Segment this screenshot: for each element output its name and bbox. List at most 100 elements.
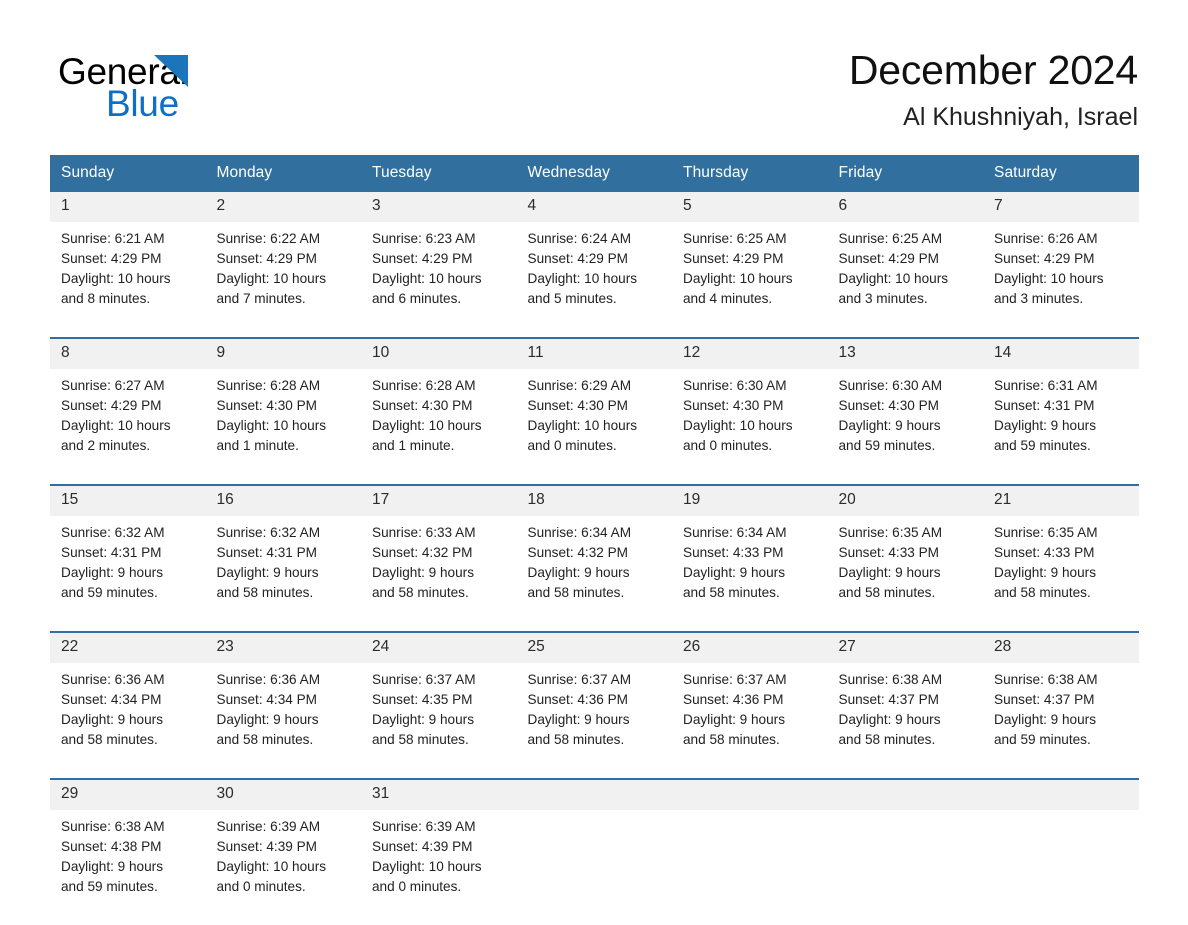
day-number-cell[interactable]: 16 xyxy=(205,484,361,516)
day-info-cell[interactable]: Sunrise: 6:32 AM Sunset: 4:31 PM Daylight:… xyxy=(205,516,361,632)
day-info-cell[interactable]: Sunrise: 6:31 AM Sunset: 4:31 PM Daylight:… xyxy=(983,369,1139,485)
day-daylight-line2-text: and 0 minutes. xyxy=(372,879,462,894)
day-number-cell[interactable]: 10 xyxy=(361,337,517,369)
day-info-cell[interactable]: Sunrise: 6:38 AM Sunset: 4:37 PM Daylight:… xyxy=(983,663,1139,779)
day-info-cell[interactable]: Sunrise: 6:30 AM Sunset: 4:30 PM Daylight:… xyxy=(672,369,828,485)
week-date-row: 15 16 17 18 19 20 21 xyxy=(50,484,1139,516)
day-number-cell[interactable]: 25 xyxy=(516,631,672,663)
day-daylight-line1-text: Daylight: 10 hours xyxy=(372,271,482,286)
day-number-cell[interactable]: 20 xyxy=(827,484,983,516)
page-header: General Blue December 2024 Al Khushniyah… xyxy=(0,0,1188,133)
day-number-cell[interactable]: 27 xyxy=(827,631,983,663)
day-info-cell[interactable]: Sunrise: 6:38 AM Sunset: 4:37 PM Daylight:… xyxy=(827,663,983,779)
day-number-cell[interactable]: 1 xyxy=(50,192,206,222)
day-sunrise-text: Sunrise: 6:26 AM xyxy=(994,231,1098,246)
location-subtitle: Al Khushniyah, Israel xyxy=(903,103,1138,131)
day-sunset-text: Sunset: 4:31 PM xyxy=(994,398,1095,413)
day-number-cell[interactable]: 13 xyxy=(827,337,983,369)
day-number-cell[interactable]: 23 xyxy=(205,631,361,663)
day-sunset-text: Sunset: 4:29 PM xyxy=(527,251,629,266)
day-info-cell[interactable]: Sunrise: 6:36 AM Sunset: 4:34 PM Daylight:… xyxy=(50,663,206,779)
week-date-row: 22 23 24 25 26 27 28 xyxy=(50,631,1139,663)
day-number-cell[interactable]: 4 xyxy=(516,192,672,222)
day-number-cell[interactable]: 22 xyxy=(50,631,206,663)
day-info-cell[interactable]: Sunrise: 6:22 AM Sunset: 4:29 PM Daylight:… xyxy=(205,222,361,338)
day-info-cell[interactable]: Sunrise: 6:26 AM Sunset: 4:29 PM Daylight:… xyxy=(983,222,1139,338)
day-number-cell[interactable]: 14 xyxy=(983,337,1139,369)
day-number-cell[interactable]: 17 xyxy=(361,484,517,516)
day-number-cell[interactable]: 6 xyxy=(827,192,983,222)
day-sunset-text: Sunset: 4:33 PM xyxy=(683,545,784,560)
day-daylight-line2-text: and 58 minutes. xyxy=(216,732,314,747)
day-number-cell[interactable]: 30 xyxy=(205,778,361,810)
day-info-cell[interactable]: Sunrise: 6:34 AM Sunset: 4:32 PM Daylight:… xyxy=(516,516,672,632)
day-number-cell[interactable]: 31 xyxy=(361,778,517,810)
day-daylight-line1-text: Daylight: 9 hours xyxy=(838,712,941,727)
day-number-cell[interactable]: 12 xyxy=(672,337,828,369)
day-daylight-line1-text: Daylight: 10 hours xyxy=(61,418,171,433)
day-info-cell[interactable]: Sunrise: 6:29 AM Sunset: 4:30 PM Daylight:… xyxy=(516,369,672,485)
day-info-cell[interactable]: Sunrise: 6:25 AM Sunset: 4:29 PM Daylight:… xyxy=(827,222,983,338)
day-sunset-text: Sunset: 4:30 PM xyxy=(527,398,629,413)
day-daylight-line1-text: Daylight: 10 hours xyxy=(527,271,638,286)
day-number-cell[interactable]: 7 xyxy=(983,192,1139,222)
day-number-cell[interactable]: 24 xyxy=(361,631,517,663)
day-info-cell[interactable]: Sunrise: 6:37 AM Sunset: 4:35 PM Daylight:… xyxy=(361,663,517,779)
day-sunrise-text: Sunrise: 6:37 AM xyxy=(683,672,787,687)
day-number-cell[interactable]: 28 xyxy=(983,631,1139,663)
day-daylight-line2-text: and 59 minutes. xyxy=(994,438,1091,453)
day-sunrise-text: Sunrise: 6:28 AM xyxy=(216,378,321,393)
day-info-cell[interactable]: Sunrise: 6:37 AM Sunset: 4:36 PM Daylight:… xyxy=(516,663,672,779)
day-number-cell[interactable]: 19 xyxy=(672,484,828,516)
day-info-cell[interactable]: Sunrise: 6:32 AM Sunset: 4:31 PM Daylight:… xyxy=(50,516,206,632)
day-sunset-text: Sunset: 4:33 PM xyxy=(838,545,940,560)
day-info-cell[interactable]: Sunrise: 6:37 AM Sunset: 4:36 PM Daylight:… xyxy=(672,663,828,779)
day-number-cell[interactable]: 18 xyxy=(516,484,672,516)
day-info-cell[interactable]: Sunrise: 6:24 AM Sunset: 4:29 PM Daylight:… xyxy=(516,222,672,338)
day-sunset-text: Sunset: 4:30 PM xyxy=(838,398,940,413)
day-info-cell[interactable]: Sunrise: 6:34 AM Sunset: 4:33 PM Daylight:… xyxy=(672,516,828,632)
day-daylight-line2-text: and 58 minutes. xyxy=(838,732,936,747)
day-info-cell[interactable]: Sunrise: 6:39 AM Sunset: 4:39 PM Daylight:… xyxy=(205,810,361,925)
day-sunset-text: Sunset: 4:29 PM xyxy=(994,251,1095,266)
week-info-row: Sunrise: 6:21 AM Sunset: 4:29 PM Daylight:… xyxy=(50,222,1139,338)
weekday-header-row: Sunday Monday Tuesday Wednesday Thursday… xyxy=(50,155,1139,192)
day-info-cell[interactable]: Sunrise: 6:30 AM Sunset: 4:30 PM Daylight:… xyxy=(827,369,983,485)
day-number-cell[interactable]: 9 xyxy=(205,337,361,369)
day-number-cell[interactable]: 21 xyxy=(983,484,1139,516)
day-sunset-text: Sunset: 4:29 PM xyxy=(838,251,940,266)
day-info-cell[interactable]: Sunrise: 6:27 AM Sunset: 4:29 PM Daylight:… xyxy=(50,369,206,485)
day-daylight-line1-text: Daylight: 10 hours xyxy=(61,271,171,286)
day-number-cell[interactable]: 5 xyxy=(672,192,828,222)
day-sunset-text: Sunset: 4:30 PM xyxy=(683,398,784,413)
day-daylight-line2-text: and 58 minutes. xyxy=(61,732,158,747)
day-info-cell[interactable]: Sunrise: 6:25 AM Sunset: 4:29 PM Daylight:… xyxy=(672,222,828,338)
day-number-cell[interactable]: 11 xyxy=(516,337,672,369)
day-daylight-line1-text: Daylight: 10 hours xyxy=(372,418,482,433)
day-number-cell[interactable]: 26 xyxy=(672,631,828,663)
day-sunrise-text: Sunrise: 6:37 AM xyxy=(372,672,476,687)
day-info-cell[interactable]: Sunrise: 6:21 AM Sunset: 4:29 PM Daylight:… xyxy=(50,222,206,338)
day-info-cell[interactable]: Sunrise: 6:39 AM Sunset: 4:39 PM Daylight:… xyxy=(361,810,517,925)
day-info-cell[interactable]: Sunrise: 6:35 AM Sunset: 4:33 PM Daylight:… xyxy=(983,516,1139,632)
day-info-cell[interactable]: Sunrise: 6:33 AM Sunset: 4:32 PM Daylight:… xyxy=(361,516,517,632)
day-daylight-line1-text: Daylight: 10 hours xyxy=(527,418,638,433)
day-info-cell[interactable]: Sunrise: 6:23 AM Sunset: 4:29 PM Daylight:… xyxy=(361,222,517,338)
day-info-cell[interactable]: Sunrise: 6:36 AM Sunset: 4:34 PM Daylight:… xyxy=(205,663,361,779)
day-info-cell[interactable]: Sunrise: 6:28 AM Sunset: 4:30 PM Daylight:… xyxy=(361,369,517,485)
day-sunrise-text: Sunrise: 6:35 AM xyxy=(838,525,943,540)
day-number-cell[interactable]: 29 xyxy=(50,778,206,810)
day-number-cell[interactable]: 2 xyxy=(205,192,361,222)
day-number-cell[interactable]: 3 xyxy=(361,192,517,222)
day-number-cell[interactable]: 15 xyxy=(50,484,206,516)
generalblue-logo[interactable]: General Blue xyxy=(50,44,230,124)
day-info-cell[interactable]: Sunrise: 6:35 AM Sunset: 4:33 PM Daylight:… xyxy=(827,516,983,632)
week-info-row: Sunrise: 6:36 AM Sunset: 4:34 PM Daylight:… xyxy=(50,663,1139,779)
day-number-cell[interactable]: 8 xyxy=(50,337,206,369)
day-info-cell[interactable]: Sunrise: 6:38 AM Sunset: 4:38 PM Daylight:… xyxy=(50,810,206,925)
day-daylight-line2-text: and 1 minute. xyxy=(216,438,299,453)
day-sunrise-text: Sunrise: 6:30 AM xyxy=(838,378,943,393)
day-info-cell[interactable]: Sunrise: 6:28 AM Sunset: 4:30 PM Daylight:… xyxy=(205,369,361,485)
sunrise-sunset-calendar: Sunday Monday Tuesday Wednesday Thursday… xyxy=(50,155,1139,925)
weekday-header-wednesday: Wednesday xyxy=(516,155,672,192)
